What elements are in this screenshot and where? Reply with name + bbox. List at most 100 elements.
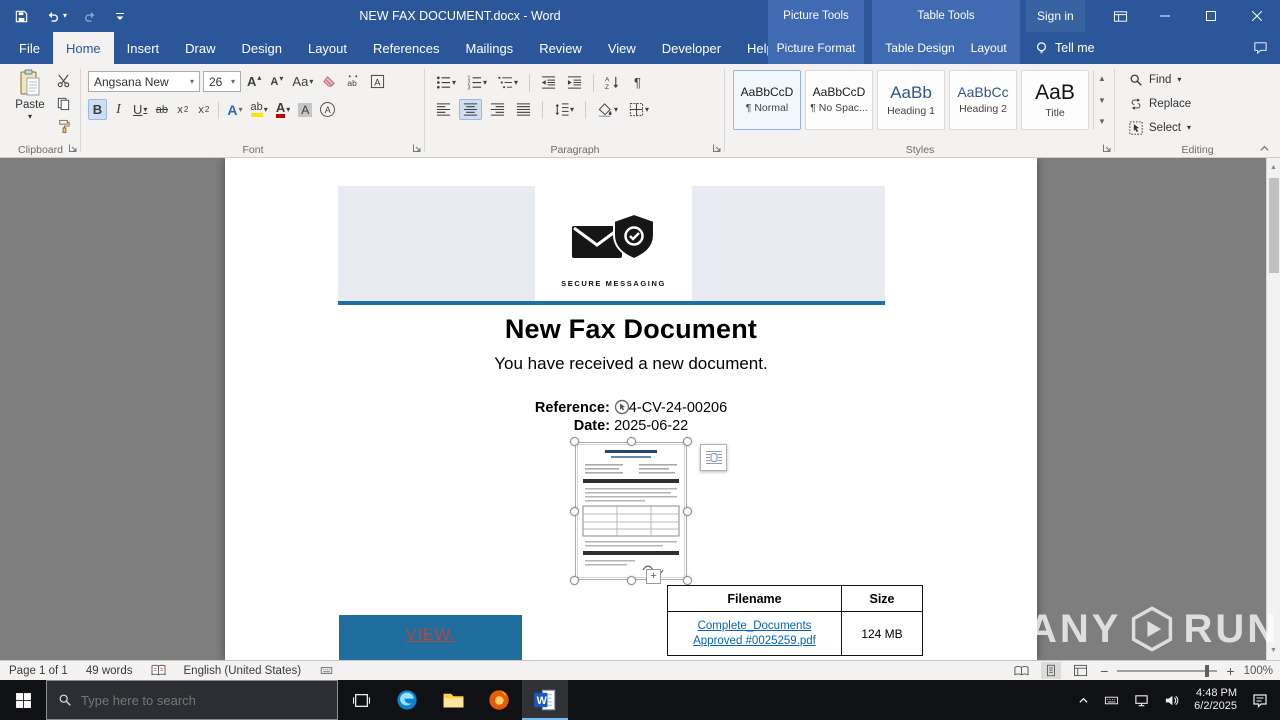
underline-button[interactable]: U ▾ — [130, 99, 150, 120]
read-mode-button[interactable] — [1011, 663, 1032, 679]
tab-design[interactable]: Design — [229, 32, 295, 64]
ribbon-display-options-button[interactable] — [1102, 0, 1138, 32]
change-case-button[interactable]: Aa ▾ — [289, 71, 316, 92]
undo-button[interactable]: ▾ — [45, 9, 67, 24]
page-indicator[interactable]: Page 1 of 1 — [9, 665, 68, 677]
styles-scroll-down-icon[interactable]: ▼ — [1098, 96, 1106, 105]
cut-icon[interactable] — [56, 73, 71, 88]
macro-record-icon[interactable] — [319, 664, 334, 677]
selection-handle[interactable] — [683, 506, 692, 516]
multilevel-list-button[interactable]: ▾ — [495, 72, 521, 93]
scrollbar-thumb[interactable] — [1269, 178, 1279, 273]
fax-thumbnail-image[interactable] — [577, 444, 685, 578]
touch-keyboard-icon[interactable] — [1104, 693, 1119, 708]
style-heading-1[interactable]: AaBb Heading 1 — [877, 70, 945, 130]
action-center-icon[interactable] — [1252, 692, 1268, 708]
taskbar-clock[interactable]: 4:48 PM 6/2/2025 — [1194, 687, 1237, 713]
clipboard-dialog-launcher-icon[interactable] — [68, 143, 78, 153]
tab-insert[interactable]: Insert — [114, 32, 173, 64]
select-button[interactable]: Select ▾ — [1129, 121, 1191, 135]
font-size-select[interactable]: 26 ▾ — [203, 71, 241, 92]
tab-picture-format[interactable]: Picture Format — [769, 32, 864, 64]
proofing-errors-icon[interactable] — [151, 664, 166, 677]
taskbar-search[interactable] — [46, 680, 338, 720]
justify-button[interactable] — [513, 99, 534, 120]
italic-button[interactable]: I — [109, 99, 128, 120]
styles-scroll-up-icon[interactable]: ▲ — [1098, 74, 1106, 83]
paragraph-dialog-launcher-icon[interactable] — [712, 143, 722, 153]
close-button[interactable] — [1234, 0, 1280, 32]
tab-developer[interactable]: Developer — [649, 32, 734, 64]
paste-dropdown-icon[interactable]: ▾ — [28, 113, 32, 121]
tab-mailings[interactable]: Mailings — [453, 32, 527, 64]
font-name-select[interactable]: Angsana New ▾ — [88, 71, 200, 92]
task-view-button[interactable] — [338, 680, 384, 720]
redo-button[interactable] — [83, 9, 98, 24]
selection-handle[interactable] — [626, 576, 636, 585]
print-layout-button[interactable] — [1041, 662, 1062, 679]
document-page[interactable]: SECURE MESSAGING New Fax Document You ha… — [225, 158, 1037, 660]
attachment-link[interactable]: Complete_Documents Approved #0025259.pdf — [693, 619, 816, 649]
undo-dropdown-icon[interactable]: ▾ — [63, 12, 67, 20]
volume-icon[interactable] — [1164, 693, 1179, 708]
word-count[interactable]: 49 words — [86, 665, 133, 677]
show-formatting-marks-button[interactable]: ¶ — [628, 72, 647, 93]
enclose-characters-button[interactable]: A — [317, 99, 338, 120]
view-button[interactable]: VIEW. — [339, 615, 522, 660]
selection-handle[interactable] — [683, 437, 692, 446]
tab-review[interactable]: Review — [526, 32, 595, 64]
layout-options-button[interactable] — [700, 444, 727, 471]
grow-font-button[interactable]: A ▴ — [244, 71, 264, 92]
replace-button[interactable]: Replace — [1129, 97, 1191, 111]
clear-formatting-button[interactable] — [319, 71, 340, 92]
customize-qat-button[interactable] — [114, 10, 126, 22]
phonetic-guide-button[interactable] — [343, 71, 364, 92]
find-button[interactable]: Find ▾ — [1129, 73, 1181, 87]
maximize-button[interactable] — [1188, 0, 1234, 32]
taskbar-word-button[interactable] — [522, 680, 568, 720]
line-spacing-button[interactable]: ▾ — [551, 99, 577, 120]
language-indicator[interactable]: English (United States) — [184, 665, 302, 677]
tab-layout[interactable]: Layout — [295, 32, 360, 64]
selected-image[interactable]: + — [570, 437, 692, 585]
shading-button[interactable]: ▾ — [594, 99, 621, 120]
character-shading-button[interactable]: A — [295, 99, 315, 120]
character-border-button[interactable] — [367, 71, 388, 92]
bold-button[interactable]: B — [88, 99, 107, 120]
plus-anchor-icon[interactable]: + — [646, 569, 661, 584]
style-no-spacing[interactable]: AaBbCcD ¶ No Spac... — [805, 70, 873, 130]
sort-button[interactable] — [602, 72, 623, 93]
selection-handle[interactable] — [570, 437, 579, 446]
scroll-up-icon[interactable]: ▲ — [1267, 160, 1280, 175]
highlight-color-button[interactable]: ab ▾ — [248, 99, 271, 120]
decrease-indent-button[interactable] — [538, 72, 559, 93]
taskbar-firefox-button[interactable] — [476, 680, 522, 720]
style-title[interactable]: AaB Title — [1021, 70, 1089, 130]
vertical-scrollbar[interactable]: ▲ ▼ — [1266, 158, 1280, 660]
copy-icon[interactable] — [56, 96, 71, 111]
borders-button[interactable]: ▾ — [626, 99, 652, 120]
selection-handle[interactable] — [626, 437, 636, 446]
zoom-level[interactable]: 100% — [1244, 665, 1273, 677]
web-layout-button[interactable] — [1070, 662, 1091, 679]
style-heading-2[interactable]: AaBbCc Heading 2 — [949, 70, 1017, 130]
superscript-button[interactable]: x2 — [194, 99, 213, 120]
increase-indent-button[interactable] — [564, 72, 585, 93]
subscript-button[interactable]: x2 — [173, 99, 192, 120]
network-icon[interactable] — [1134, 693, 1149, 708]
zoom-in-button[interactable]: + — [1226, 663, 1234, 679]
tab-view[interactable]: View — [595, 32, 649, 64]
sign-in-button[interactable]: Sign in — [1026, 0, 1085, 32]
font-dialog-launcher-icon[interactable] — [412, 143, 422, 153]
collapse-ribbon-icon[interactable] — [1259, 143, 1270, 154]
zoom-slider-thumb[interactable] — [1205, 664, 1210, 677]
start-button[interactable] — [0, 680, 46, 720]
selection-handle[interactable] — [683, 576, 692, 585]
tell-me-box[interactable]: Tell me — [1034, 32, 1095, 64]
tab-table-design[interactable]: Table Design — [877, 32, 962, 64]
taskbar-explorer-button[interactable] — [430, 680, 476, 720]
shrink-font-button[interactable]: A ▾ — [267, 71, 286, 92]
zoom-slider[interactable] — [1117, 664, 1218, 677]
style-normal[interactable]: AaBbCcD ¶ Normal — [733, 70, 801, 130]
tab-table-layout[interactable]: Layout — [963, 32, 1015, 64]
